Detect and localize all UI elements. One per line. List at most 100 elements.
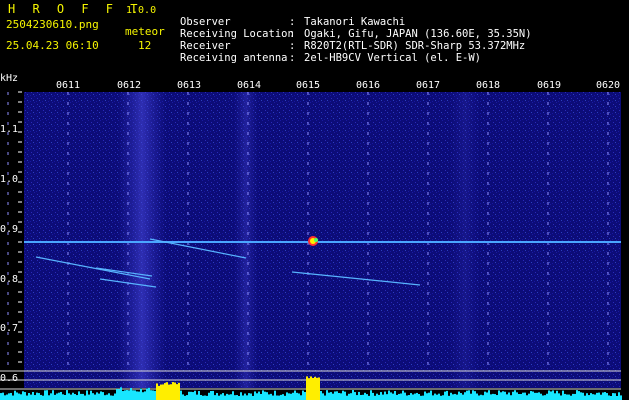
level-bar [454,393,456,400]
level-bar [64,394,66,400]
level-bar [352,390,354,400]
level-bar [146,388,148,400]
level-bar [414,393,416,400]
time-label: 0613 [177,80,202,91]
level-bar [182,394,184,400]
level-bar [498,390,500,400]
level-bar [504,391,506,400]
level-bar [280,394,282,400]
level-bar [378,394,380,400]
level-bar [180,390,182,400]
level-bar [190,391,192,400]
level-bar [528,393,530,400]
level-bar [124,390,126,400]
level-bar [392,393,394,400]
freq-label: 0.7 [0,323,19,334]
level-bar [458,391,460,400]
level-bar [76,395,78,400]
time-label: 0612 [117,80,142,91]
level-bar [292,392,294,400]
level-bar [154,390,156,400]
level-bar [18,393,20,400]
level-bar [522,392,524,400]
level-bar [328,392,330,400]
image-filename: 2504230610.png [6,18,99,31]
level-bar [554,393,556,400]
time-label: 0611 [56,80,81,91]
level-bar [102,392,104,400]
level-bar [168,384,170,400]
level-bar [56,393,58,400]
level-bar [36,392,38,400]
level-bar [370,390,372,400]
level-bar [440,395,442,400]
level-bar [570,395,572,400]
level-bar [66,390,68,400]
level-bar [218,395,220,400]
level-bar [536,392,538,400]
level-bar [444,391,446,400]
level-bar [338,392,340,400]
level-bar [412,394,414,400]
level-bar [382,394,384,400]
level-bar [356,395,358,400]
level-bar [40,394,42,400]
time-label: 0614 [237,80,262,91]
level-bar [68,393,70,400]
level-bar [54,394,56,400]
freq-label: 0.9 [0,224,19,235]
level-bar [532,391,534,400]
level-bar [258,391,260,400]
level-bar [456,394,458,400]
level-bar [466,390,468,400]
level-bar [160,384,162,400]
level-bar [264,391,266,400]
info-row-antenna: Receiving antenna:2el-HB9CV Vertical (el… [180,52,482,64]
level-bar [216,393,218,400]
level-bar [618,392,620,400]
level-bar [556,390,558,400]
level-bar [374,395,376,400]
level-bar [84,395,86,400]
level-bar [114,393,116,400]
level-bar [10,392,12,400]
level-bar [204,395,206,400]
level-bar [176,384,178,400]
level-bar [252,395,254,400]
level-bar [538,392,540,400]
level-bar [396,394,398,400]
level-bar [432,395,434,400]
level-bar [240,392,242,400]
level-bar [144,391,146,400]
level-bar [590,393,592,400]
level-bar [236,395,238,400]
level-bar [98,393,100,400]
level-bar [564,393,566,400]
level-bar [490,394,492,400]
level-bar [174,382,176,400]
level-bar [478,395,480,400]
level-bar [126,390,128,400]
level-bar [578,391,580,400]
level-bar [364,392,366,400]
level-bar [212,390,214,400]
level-bar [384,391,386,400]
noise-stripe [450,92,480,388]
level-bar [38,393,40,400]
level-bar [0,393,2,400]
level-bar [232,391,234,400]
level-bar [312,378,314,400]
level-bar [476,393,478,400]
level-bar [140,388,142,400]
level-bar [408,395,410,400]
level-bar [368,395,370,400]
level-bar [326,390,328,400]
level-bar [136,391,138,400]
level-bar [88,394,90,400]
level-bar [496,395,498,400]
level-bar [256,393,258,400]
level-bar [8,393,10,400]
level-bar [266,392,268,400]
level-bar [78,391,80,400]
level-bar [270,393,272,400]
